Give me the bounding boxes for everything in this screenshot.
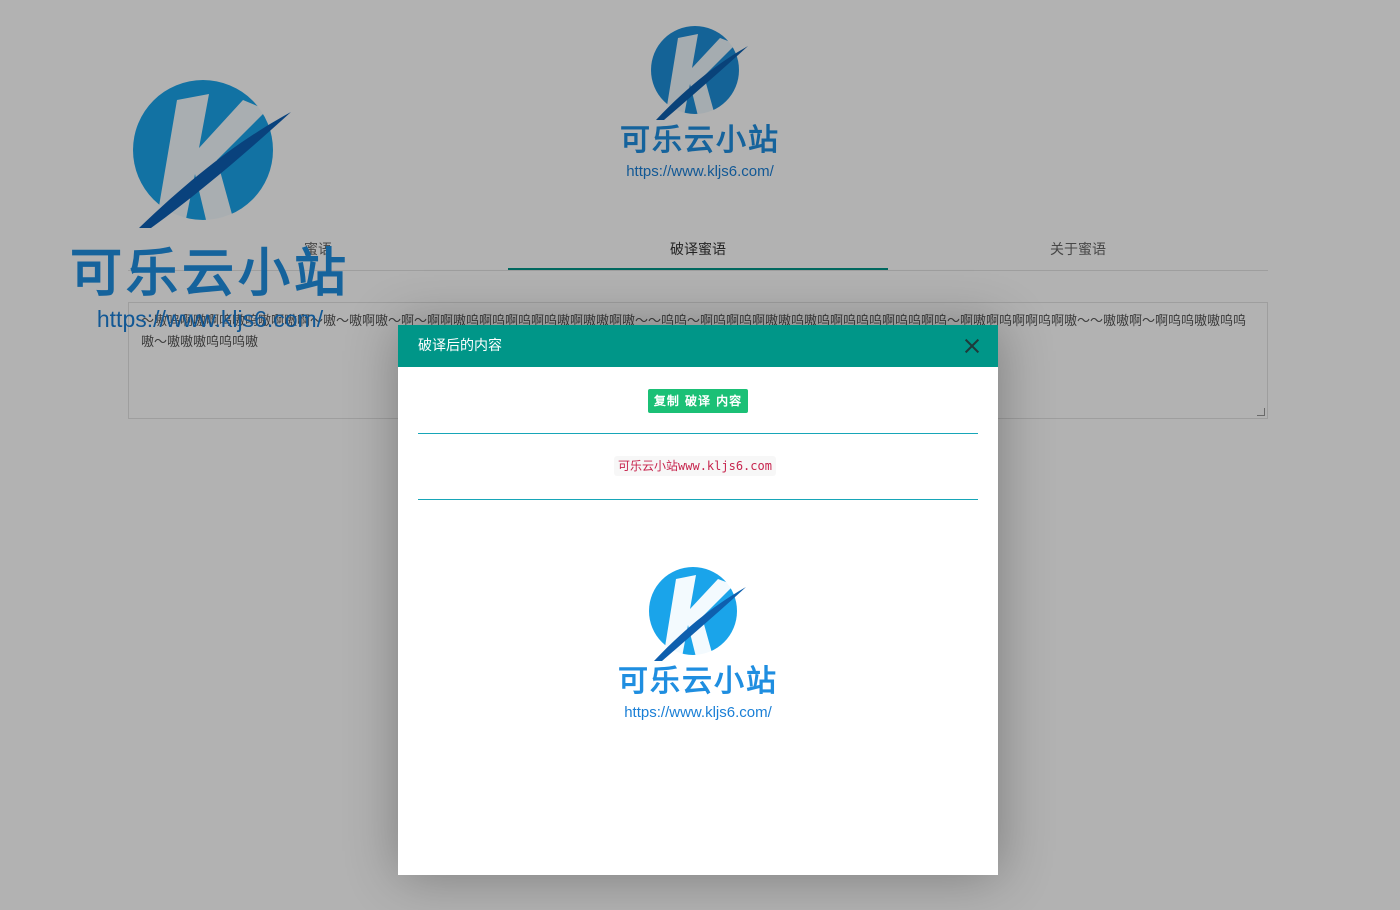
modal-header: 破译后的内容 <box>398 325 998 367</box>
decode-result-modal: 破译后的内容 复制 破译 内容 可乐云小站www.kljs6.com 可乐云小站… <box>398 325 998 875</box>
modal-title: 破译后的内容 <box>418 338 502 354</box>
modal-logo-k-icon <box>649 567 746 661</box>
divider-top <box>418 433 978 434</box>
decoded-result: 可乐云小站www.kljs6.com <box>614 456 776 476</box>
modal-logo: 可乐云小站 https://www.kljs6.com/ <box>598 565 798 720</box>
decoded-result-text: 可乐云小站 <box>618 459 679 473</box>
close-icon[interactable] <box>964 338 980 354</box>
copy-decoded-button[interactable]: 复制 破译 内容 <box>648 389 748 413</box>
divider-bottom <box>418 499 978 500</box>
decoded-result-url: www.kljs6.com <box>678 459 772 473</box>
modal-logo-title: 可乐云小站 <box>618 664 778 699</box>
modal-logo-url: https://www.kljs6.com/ <box>624 704 772 721</box>
